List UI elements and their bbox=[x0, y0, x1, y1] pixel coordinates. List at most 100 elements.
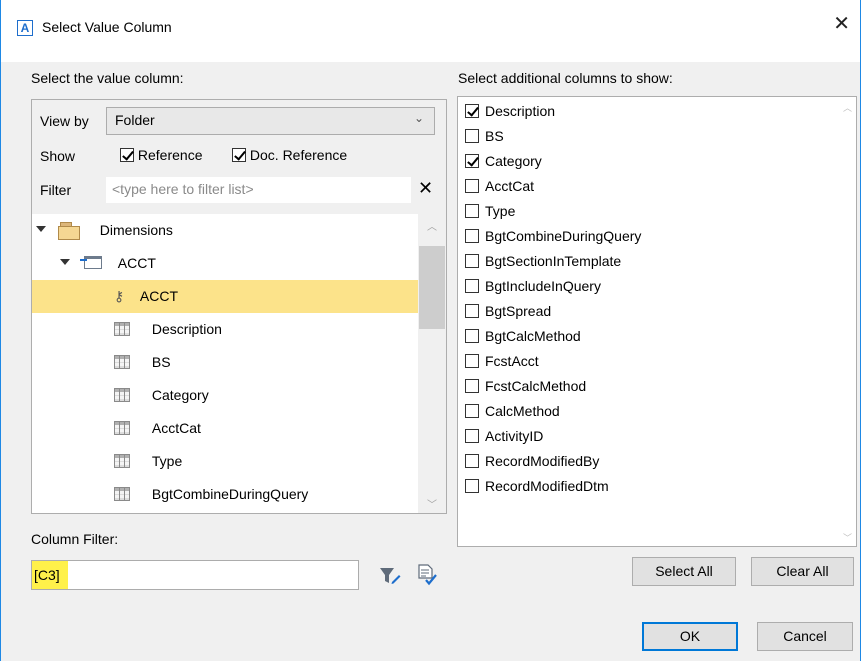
clear-all-button[interactable]: Clear All bbox=[751, 557, 854, 586]
tree-item-dimensions[interactable]: Dimensions bbox=[36, 214, 418, 247]
column-option-bgtcombineduringquery[interactable]: BgtCombineDuringQuery bbox=[465, 224, 641, 249]
column-option-label: AcctCat bbox=[485, 178, 535, 194]
column-option-acctcat[interactable]: AcctCat bbox=[465, 174, 534, 199]
column-option-label: FcstAcct bbox=[485, 353, 539, 369]
column-option-bs[interactable]: BS bbox=[465, 124, 504, 149]
column-option-bgtspread[interactable]: BgtSpread bbox=[465, 299, 551, 324]
checkbox-icon bbox=[465, 379, 479, 393]
view-by-select[interactable]: Folder ⌄ bbox=[106, 107, 435, 135]
column-option-description[interactable]: Description bbox=[465, 99, 555, 124]
checkbox-icon bbox=[465, 454, 479, 468]
column-option-bgtsectionintemplate[interactable]: BgtSectionInTemplate bbox=[465, 249, 621, 274]
checkbox-icon bbox=[465, 204, 479, 218]
column-option-label: Description bbox=[485, 103, 556, 119]
scroll-down-icon[interactable]: ﹀ bbox=[839, 531, 856, 544]
select-all-button[interactable]: Select All bbox=[632, 557, 736, 586]
tree-item-label: Description bbox=[151, 321, 222, 337]
tree-item-bs[interactable]: BS bbox=[114, 346, 171, 379]
checkbox-icon bbox=[465, 404, 479, 418]
filter-edit-icon[interactable] bbox=[379, 566, 401, 586]
show-reference-label: Reference bbox=[137, 147, 203, 163]
column-option-label: RecordModifiedDtm bbox=[485, 478, 609, 494]
expand-arrow-icon[interactable] bbox=[36, 226, 46, 232]
scroll-up-icon[interactable]: ︿ bbox=[418, 218, 446, 233]
column-option-fcstacct[interactable]: FcstAcct bbox=[465, 349, 539, 374]
checkbox-icon bbox=[465, 279, 479, 293]
checkbox-icon bbox=[465, 354, 479, 368]
additional-columns-list[interactable]: Description BS Category AcctCat Type Bgt… bbox=[457, 96, 857, 547]
column-option-label: BgtIncludeInQuery bbox=[485, 278, 601, 294]
tree-item-acctcat[interactable]: AcctCat bbox=[114, 412, 201, 445]
column-option-type[interactable]: Type bbox=[465, 199, 515, 224]
tree-item-bgtcombineduringquery[interactable]: BgtCombineDuringQuery bbox=[114, 478, 308, 511]
column-option-label: CalcMethod bbox=[485, 403, 560, 419]
ok-button[interactable]: OK bbox=[642, 622, 738, 651]
checkbox-icon bbox=[465, 129, 479, 143]
clear-filter-icon[interactable]: ✕ bbox=[418, 178, 433, 199]
checkbox-icon bbox=[465, 229, 479, 243]
show-doc-reference-label: Doc. Reference bbox=[249, 147, 348, 163]
dimension-icon bbox=[79, 256, 102, 269]
view-by-value: Folder bbox=[115, 112, 155, 128]
tree-scrollbar[interactable]: ︿ ﹀ bbox=[418, 214, 446, 513]
show-doc-reference-checkbox[interactable]: Doc. Reference bbox=[232, 147, 347, 163]
tree-item-category[interactable]: Category bbox=[114, 379, 209, 412]
checkbox-icon bbox=[120, 148, 134, 162]
checkbox-icon bbox=[465, 329, 479, 343]
column-option-activityid[interactable]: ActivityID bbox=[465, 424, 543, 449]
columns-scrollbar[interactable]: ︿ ﹀ bbox=[839, 97, 856, 546]
scroll-thumb[interactable] bbox=[419, 246, 445, 329]
column-option-recordmodifiedby[interactable]: RecordModifiedBy bbox=[465, 449, 599, 474]
column-option-bgtincludeinquery[interactable]: BgtIncludeInQuery bbox=[465, 274, 601, 299]
tree-item-label: BS bbox=[151, 354, 171, 370]
scroll-down-icon[interactable]: ﹀ bbox=[418, 496, 446, 511]
tree-item-description[interactable]: Description bbox=[114, 313, 222, 346]
column-option-fcstcalcmethod[interactable]: FcstCalcMethod bbox=[465, 374, 586, 399]
key-icon: ⚷ bbox=[114, 288, 125, 304]
checkbox-icon bbox=[465, 154, 479, 168]
checkbox-icon bbox=[465, 104, 479, 118]
checkbox-icon bbox=[465, 429, 479, 443]
column-filter-input[interactable]: [C3] bbox=[31, 560, 359, 590]
filter-input[interactable]: <type here to filter list> bbox=[106, 177, 411, 203]
tree-item-acct-dimension[interactable]: ACCT bbox=[60, 247, 418, 280]
column-filter-label: Column Filter: bbox=[31, 531, 119, 547]
tree-item-label: Dimensions bbox=[99, 222, 173, 238]
show-reference-checkbox[interactable]: Reference bbox=[120, 147, 202, 163]
column-option-recordmodifieddtm[interactable]: RecordModifiedDtm bbox=[465, 474, 609, 499]
column-option-category[interactable]: Category bbox=[465, 149, 542, 174]
expand-arrow-icon[interactable] bbox=[60, 259, 70, 265]
tree-item-type[interactable]: Type bbox=[114, 445, 182, 478]
cancel-button[interactable]: Cancel bbox=[757, 622, 853, 651]
tree-item-label: BgtCombineDuringQuery bbox=[151, 486, 309, 502]
column-icon bbox=[114, 487, 130, 501]
column-option-label: Type bbox=[485, 203, 516, 219]
show-label: Show bbox=[40, 148, 76, 164]
column-icon bbox=[114, 388, 130, 402]
title-bar: A Select Value Column ✕ bbox=[1, 0, 860, 62]
value-column-panel: View by Folder ⌄ Show Reference Doc. Ref… bbox=[31, 99, 447, 514]
checkbox-icon bbox=[465, 479, 479, 493]
column-option-label: FcstCalcMethod bbox=[485, 378, 587, 394]
column-option-label: Category bbox=[485, 153, 542, 169]
column-option-label: BgtSpread bbox=[485, 303, 552, 319]
column-icon bbox=[114, 454, 130, 468]
scroll-up-icon[interactable]: ︿ bbox=[839, 101, 856, 114]
chevron-down-icon: ⌄ bbox=[413, 111, 424, 125]
close-icon[interactable]: ✕ bbox=[833, 14, 850, 34]
value-column-heading: Select the value column: bbox=[31, 70, 184, 86]
tree-item-acct-key[interactable]: ⚷ ACCT bbox=[32, 280, 418, 313]
column-option-label: ActivityID bbox=[485, 428, 544, 444]
checkbox-icon bbox=[465, 254, 479, 268]
checkbox-icon bbox=[465, 179, 479, 193]
view-by-label: View by bbox=[40, 113, 89, 129]
apply-column-filter-icon[interactable] bbox=[416, 564, 438, 586]
select-value-column-dialog: A Select Value Column ✕ Select the value… bbox=[0, 0, 861, 661]
column-icon bbox=[114, 421, 130, 435]
column-option-calcmethod[interactable]: CalcMethod bbox=[465, 399, 560, 424]
tree-item-label: Category bbox=[151, 387, 209, 403]
tree-item-label: AcctCat bbox=[151, 420, 201, 436]
column-tree[interactable]: Dimensions ACCT ⚷ ACCT Description BS Ca… bbox=[32, 214, 446, 513]
app-icon: A bbox=[17, 20, 33, 36]
column-option-bgtcalcmethod[interactable]: BgtCalcMethod bbox=[465, 324, 581, 349]
